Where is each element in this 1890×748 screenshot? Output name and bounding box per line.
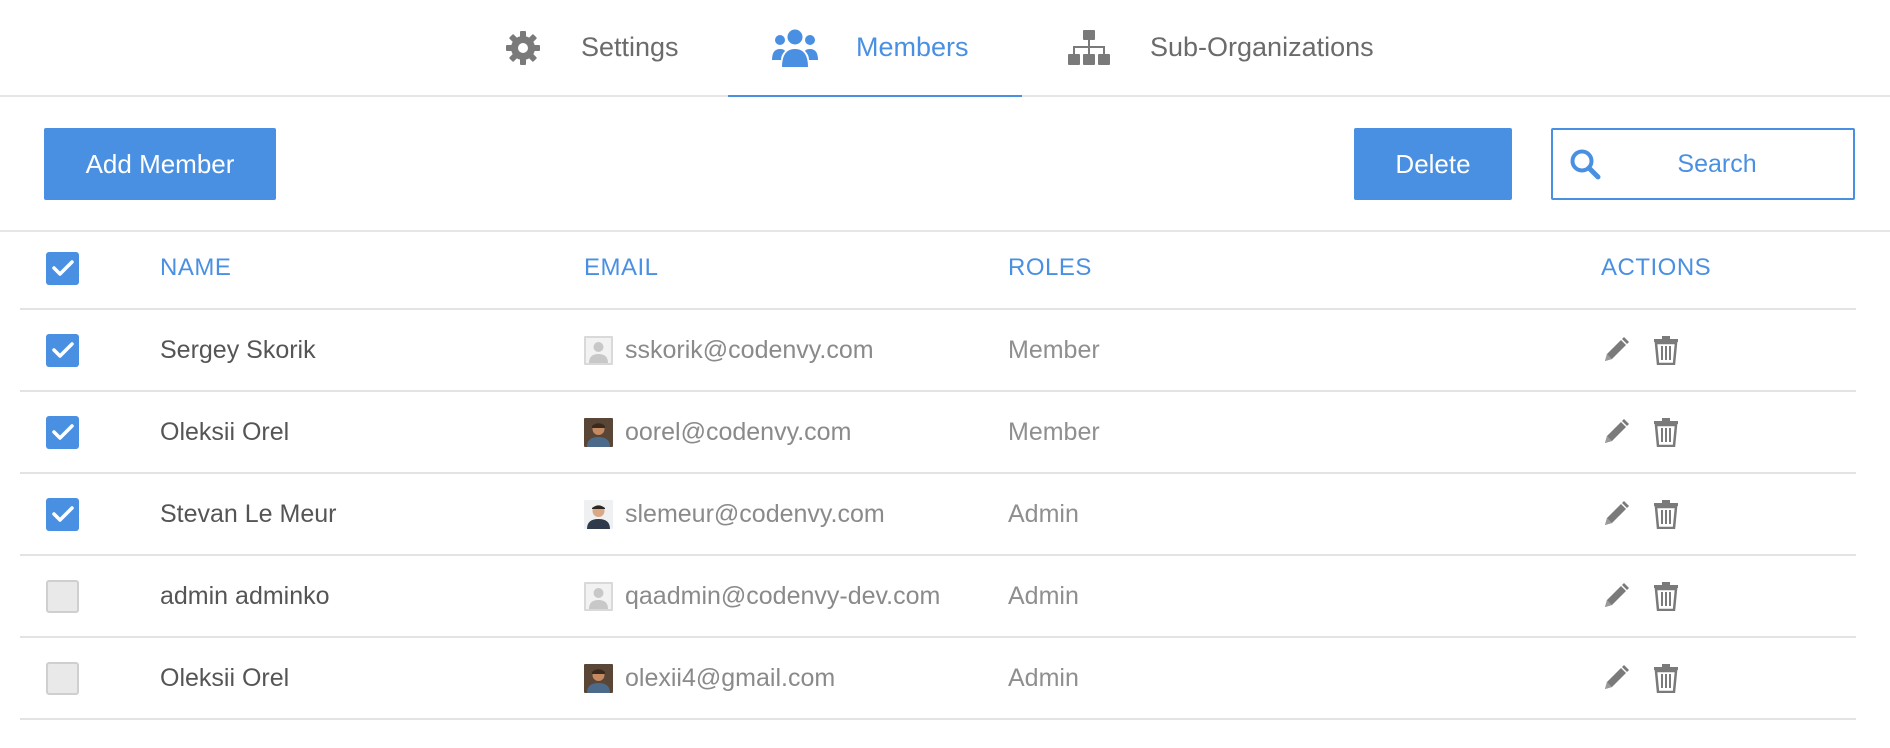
column-header-actions: ACTIONS [1601,254,1712,281]
edit-pencil-icon[interactable] [1601,335,1631,365]
tab-label: Settings [581,32,679,62]
photo-avatar [584,499,613,529]
tab-members[interactable]: Members [772,0,969,95]
trash-icon[interactable] [1653,417,1679,447]
search-input[interactable] [1617,149,1817,179]
edit-pencil-icon[interactable] [1601,581,1631,611]
tab-bar: Settings Members Sub-Organizations [0,0,1890,97]
row-checkbox[interactable] [46,333,79,367]
check-icon [51,424,74,440]
check-icon [51,506,74,522]
users-icon [772,27,818,69]
trash-icon[interactable] [1653,581,1679,611]
member-email: sskorik@codenvy.com [625,335,874,364]
tab-label: Sub-Organizations [1150,32,1374,62]
delete-button[interactable]: Delete [1354,128,1512,200]
member-name: Oleksii Orel [160,417,290,446]
gear-icon [503,28,543,68]
member-role: Admin [1008,499,1079,528]
table-row: Oleksii Orel olexii4@gmail.com Admin [20,638,1856,720]
members-table: NAME EMAIL ROLES ACTIONS Sergey Skorik s… [20,228,1856,720]
member-role: Admin [1008,581,1079,610]
trash-icon[interactable] [1653,499,1679,529]
photo-avatar [584,417,613,447]
photo-avatar [584,663,613,693]
edit-pencil-icon[interactable] [1601,663,1631,693]
table-header: NAME EMAIL ROLES ACTIONS [20,228,1856,310]
select-all-checkbox[interactable] [46,251,79,285]
column-header-email[interactable]: EMAIL [584,228,659,308]
column-header-roles[interactable]: ROLES [1008,228,1092,308]
trash-icon[interactable] [1653,663,1679,693]
member-role: Admin [1008,663,1079,692]
row-checkbox[interactable] [46,579,79,613]
row-checkbox[interactable] [46,415,79,449]
check-icon [51,260,74,276]
member-email: olexii4@gmail.com [625,663,836,692]
column-header-name[interactable]: NAME [160,228,231,308]
member-email: slemeur@codenvy.com [625,499,885,528]
edit-pencil-icon[interactable] [1601,499,1631,529]
edit-pencil-icon[interactable] [1601,417,1631,447]
member-name: Sergey Skorik [160,335,316,364]
member-name: Oleksii Orel [160,663,290,692]
table-row: Sergey Skorik sskorik@codenvy.com Member [20,310,1856,392]
tab-sub-organizations[interactable]: Sub-Organizations [1068,0,1374,95]
member-role: Member [1008,417,1100,446]
member-role: Member [1008,335,1100,364]
placeholder-avatar [584,581,613,611]
add-member-button[interactable]: Add Member [44,128,276,200]
table-row: Stevan Le Meur slemeur@codenvy.com Admin [20,474,1856,556]
placeholder-avatar [584,335,613,365]
search-icon [1553,148,1617,180]
trash-icon[interactable] [1653,335,1679,365]
row-checkbox[interactable] [46,497,79,531]
members-toolbar: Add Member Delete [0,97,1890,232]
row-checkbox[interactable] [46,661,79,695]
table-row: admin adminko qaadmin@codenvy-dev.com Ad… [20,556,1856,638]
member-email: qaadmin@codenvy-dev.com [625,581,941,610]
search-box[interactable] [1551,128,1855,200]
member-name: Stevan Le Meur [160,499,337,528]
member-email: oorel@codenvy.com [625,417,852,446]
check-icon [51,342,74,358]
table-row: Oleksii Orel oorel@codenvy.com Member [20,392,1856,474]
sitemap-icon [1068,29,1110,66]
tab-settings[interactable]: Settings [503,0,679,95]
member-name: admin adminko [160,581,330,610]
tab-label: Members [856,32,969,62]
